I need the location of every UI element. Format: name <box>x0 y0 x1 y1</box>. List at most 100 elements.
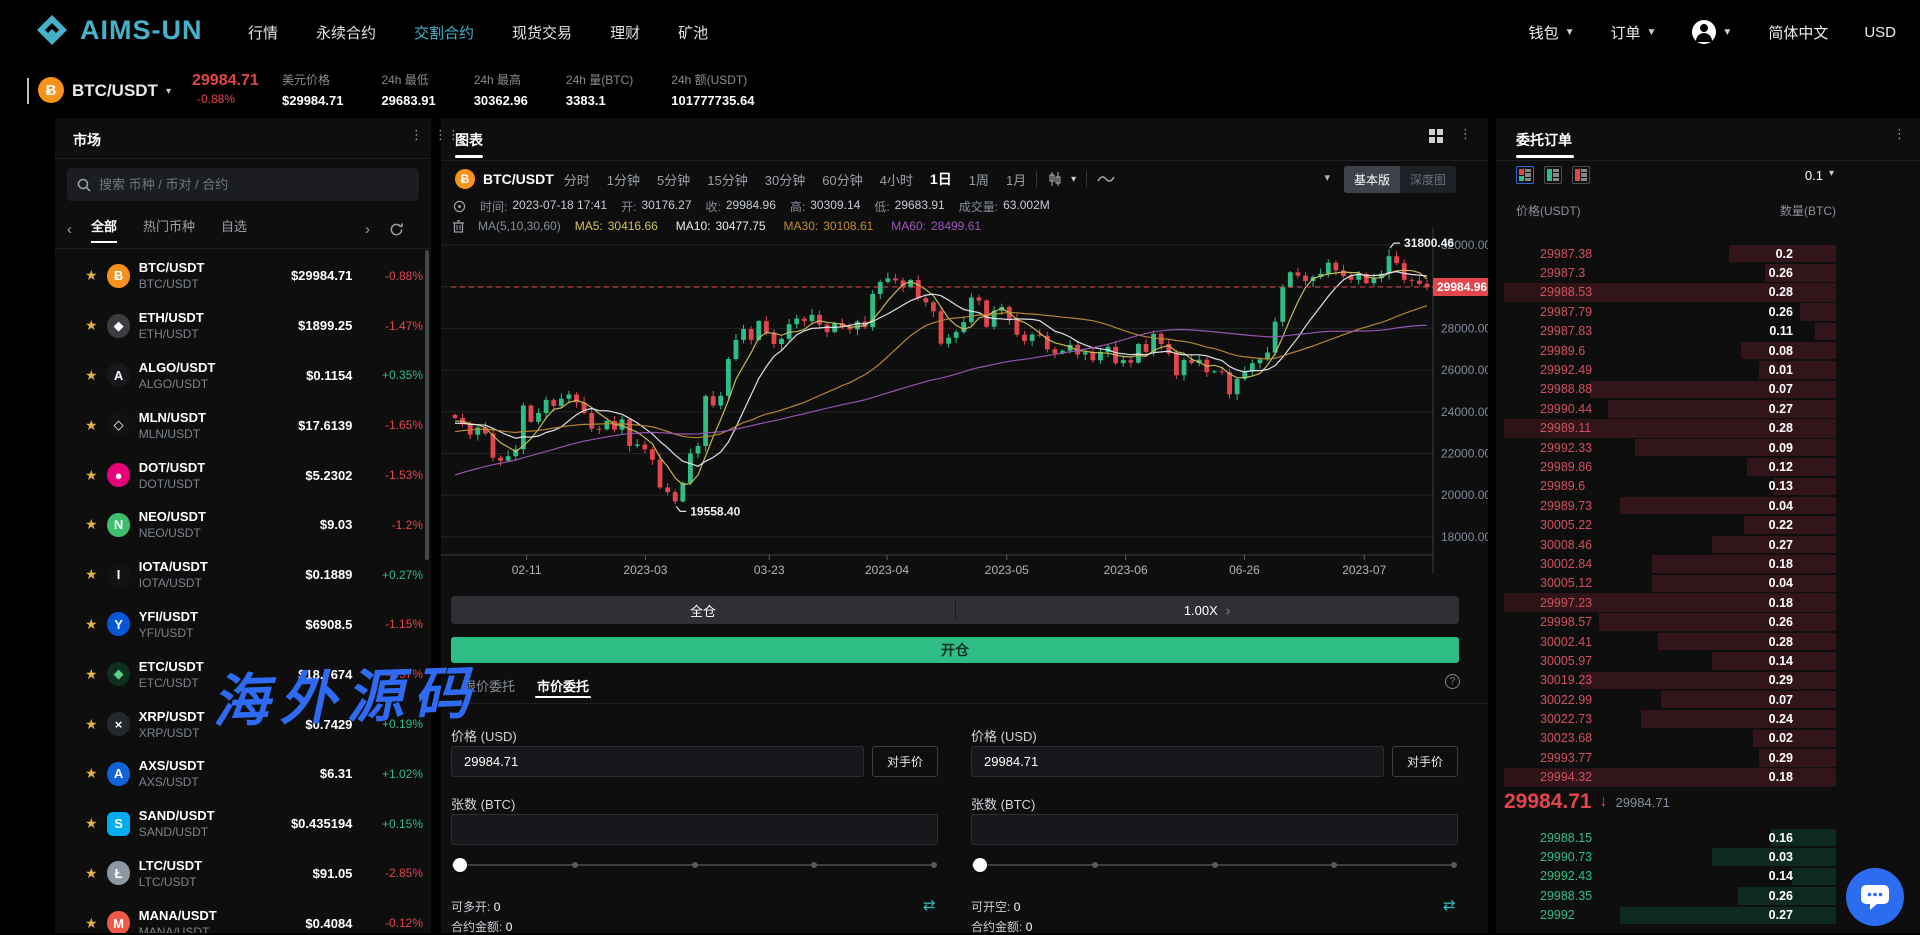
coin-row-DOT[interactable]: ★●DOT/USDTDOT/USDT$5.2302-1.53% <box>55 450 431 500</box>
view-asks-icon[interactable] <box>1572 166 1590 184</box>
currency-selector[interactable]: USD <box>1864 24 1896 41</box>
short-qty-input[interactable] <box>971 814 1458 845</box>
tab-limit-order[interactable]: 限价委托 <box>463 676 515 695</box>
nav-item-行情[interactable]: 行情 <box>248 22 278 43</box>
tabs-prev-icon[interactable]: ‹ <box>67 221 91 238</box>
coin-row-ETH[interactable]: ★◆ETH/USDTETH/USDT$1899.25-1.47% <box>55 301 431 351</box>
orderbook-ask-row[interactable]: 29989.110.28 <box>1496 419 1920 438</box>
long-price-input[interactable] <box>451 746 864 777</box>
favorite-star-icon[interactable]: ★ <box>85 267 105 284</box>
precision-selector[interactable]: 0.1▾ <box>1805 168 1834 183</box>
sidebar-tab-自选[interactable]: 自选 <box>221 216 247 243</box>
sidebar-menu-icon[interactable]: ⋮ <box>410 132 423 137</box>
search-input[interactable] <box>99 177 389 192</box>
timeframe-分时[interactable]: 分时 <box>564 170 590 189</box>
nav-item-矿池[interactable]: 矿池 <box>678 22 708 43</box>
orderbook-ask-row[interactable]: 29987.830.11 <box>1496 322 1920 341</box>
orders-menu[interactable]: 订单▼ <box>1610 22 1656 43</box>
nav-item-现货交易[interactable]: 现货交易 <box>512 22 572 43</box>
orderbook-menu-icon[interactable]: ⋮ <box>1893 131 1906 136</box>
timeframe-4小时[interactable]: 4小时 <box>880 170 913 189</box>
timeframe-1分钟[interactable]: 1分钟 <box>607 170 640 189</box>
tabs-next-icon[interactable]: › <box>365 221 389 238</box>
chart-panel-menu-icon[interactable]: ⋮ <box>1459 131 1472 136</box>
slider-knob[interactable] <box>453 858 467 872</box>
timeframe-60分钟[interactable]: 60分钟 <box>822 170 862 189</box>
orderbook-ask-row[interactable]: 30008.460.27 <box>1496 535 1920 554</box>
short-counter-price-button[interactable]: 对手价 <box>1392 746 1458 777</box>
nav-item-交割合约[interactable]: 交割合约 <box>414 22 474 43</box>
favorite-star-icon[interactable]: ★ <box>85 367 105 384</box>
short-qty-slider[interactable] <box>975 858 1454 872</box>
margin-mode-button[interactable]: 全仓 <box>451 596 955 624</box>
orderbook-ask-row[interactable]: 30022.990.07 <box>1496 690 1920 709</box>
logo[interactable]: AIMS-UN <box>36 14 203 46</box>
timeframe-1月[interactable]: 1月 <box>1006 170 1026 189</box>
favorite-star-icon[interactable]: ★ <box>85 915 105 932</box>
timeframe-1周[interactable]: 1周 <box>969 170 989 189</box>
view-depth-tab[interactable]: 深度图 <box>1400 166 1456 193</box>
timeframe-15分钟[interactable]: 15分钟 <box>707 170 747 189</box>
orderbook-ask-row[interactable]: 29989.860.12 <box>1496 457 1920 476</box>
coin-row-AXS[interactable]: ★AAXS/USDTAXS/USDT$6.31+1.02% <box>55 749 431 799</box>
wallet-menu[interactable]: 钱包▼ <box>1529 22 1575 43</box>
orderbook-ask-row[interactable]: 29987.380.2 <box>1496 244 1920 263</box>
chevron-down-icon[interactable]: ▾ <box>1071 174 1076 185</box>
swap-icon[interactable]: ⇄ <box>1443 896 1456 914</box>
orderbook-ask-row[interactable]: 29988.880.07 <box>1496 380 1920 399</box>
current-price-row[interactable]: 29984.71 ↓ 29984.71 <box>1504 790 1670 814</box>
orderbook-ask-row[interactable]: 30005.970.14 <box>1496 651 1920 670</box>
orderbook-ask-row[interactable]: 30023.680.02 <box>1496 729 1920 748</box>
orderbook-ask-row[interactable]: 30022.730.24 <box>1496 709 1920 728</box>
language-selector[interactable]: 简体中文 <box>1768 22 1828 43</box>
coin-row-MLN[interactable]: ★◇MLN/USDTMLN/USDT$17.6139-1.65% <box>55 400 431 450</box>
coin-row-LTC[interactable]: ★ŁLTC/USDTLTC/USDT$91.05-2.85% <box>55 849 431 899</box>
leverage-button[interactable]: 1.00X› <box>955 596 1459 624</box>
orderbook-ask-row[interactable]: 29988.530.28 <box>1496 283 1920 302</box>
candlestick-chart[interactable]: 32000.0030000.0028000.0026000.0024000.00… <box>441 228 1488 588</box>
timeframe-30分钟[interactable]: 30分钟 <box>765 170 805 189</box>
favorite-star-icon[interactable]: ★ <box>85 716 105 733</box>
nav-item-理财[interactable]: 理财 <box>610 22 640 43</box>
view-bids-icon[interactable] <box>1544 166 1562 184</box>
orderbook-ask-row[interactable]: 29987.790.26 <box>1496 302 1920 321</box>
coin-row-ETC[interactable]: ★◆ETC/USDTETC/USDT$18.7674-0.57% <box>55 649 431 699</box>
tab-market-order[interactable]: 市价委托 <box>537 676 589 695</box>
timeframe-1日[interactable]: 1日 <box>930 169 952 189</box>
favorite-star-icon[interactable]: ★ <box>85 765 105 782</box>
orderbook-ask-row[interactable]: 30005.120.04 <box>1496 574 1920 593</box>
coin-row-NEO[interactable]: ★NNEO/USDTNEO/USDT$9.03-1.2% <box>55 500 431 550</box>
favorite-star-icon[interactable]: ★ <box>85 417 105 434</box>
orderbook-ask-row[interactable]: 29989.60.13 <box>1496 477 1920 496</box>
orderbook-ask-row[interactable]: 29993.770.29 <box>1496 748 1920 767</box>
view-both-icon[interactable] <box>1516 166 1534 184</box>
sidebar-tab-全部[interactable]: 全部 <box>91 216 117 243</box>
coin-row-YFI[interactable]: ★YYFI/USDTYFI/USDT$6908.5-1.15% <box>55 600 431 650</box>
orderbook-ask-row[interactable]: 29992.330.09 <box>1496 438 1920 457</box>
orderbook-ask-row[interactable]: 29997.230.18 <box>1496 593 1920 612</box>
account-menu[interactable]: ▼ <box>1692 20 1732 44</box>
slider-knob[interactable] <box>973 858 987 872</box>
coin-row-ALGO[interactable]: ★AALGO/USDTALGO/USDT$0.1154+0.35% <box>55 351 431 401</box>
orderbook-ask-row[interactable]: 30002.840.18 <box>1496 554 1920 573</box>
favorite-star-icon[interactable]: ★ <box>85 616 105 633</box>
orderbook-ask-row[interactable]: 29989.730.04 <box>1496 496 1920 515</box>
favorite-star-icon[interactable]: ★ <box>85 467 105 484</box>
orderbook-ask-row[interactable]: 29994.320.18 <box>1496 768 1920 787</box>
sidebar-scrollbar[interactable] <box>425 250 429 560</box>
orderbook-bid-row[interactable]: 29990.730.03 <box>1496 847 1920 866</box>
long-qty-slider[interactable] <box>455 858 934 872</box>
coin-row-SAND[interactable]: ★SSAND/USDTSAND/USDT$0.435194+0.15% <box>55 799 431 849</box>
chevron-down-icon[interactable]: ▾ <box>1324 171 1330 184</box>
orderbook-ask-row[interactable]: 29998.570.26 <box>1496 612 1920 631</box>
favorite-star-icon[interactable]: ★ <box>85 815 105 832</box>
line-overlay-icon[interactable] <box>1097 172 1115 186</box>
favorite-star-icon[interactable]: ★ <box>85 317 105 334</box>
view-basic-tab[interactable]: 基本版 <box>1344 166 1400 193</box>
orderbook-ask-row[interactable]: 30005.220.22 <box>1496 515 1920 534</box>
coin-row-XRP[interactable]: ★×XRP/USDTXRP/USDT$0.7429+0.19% <box>55 699 431 749</box>
layout-grid-icon[interactable] <box>1428 128 1444 144</box>
favorite-star-icon[interactable]: ★ <box>85 865 105 882</box>
nav-item-永续合约[interactable]: 永续合约 <box>316 22 376 43</box>
favorite-star-icon[interactable]: ★ <box>85 516 105 533</box>
